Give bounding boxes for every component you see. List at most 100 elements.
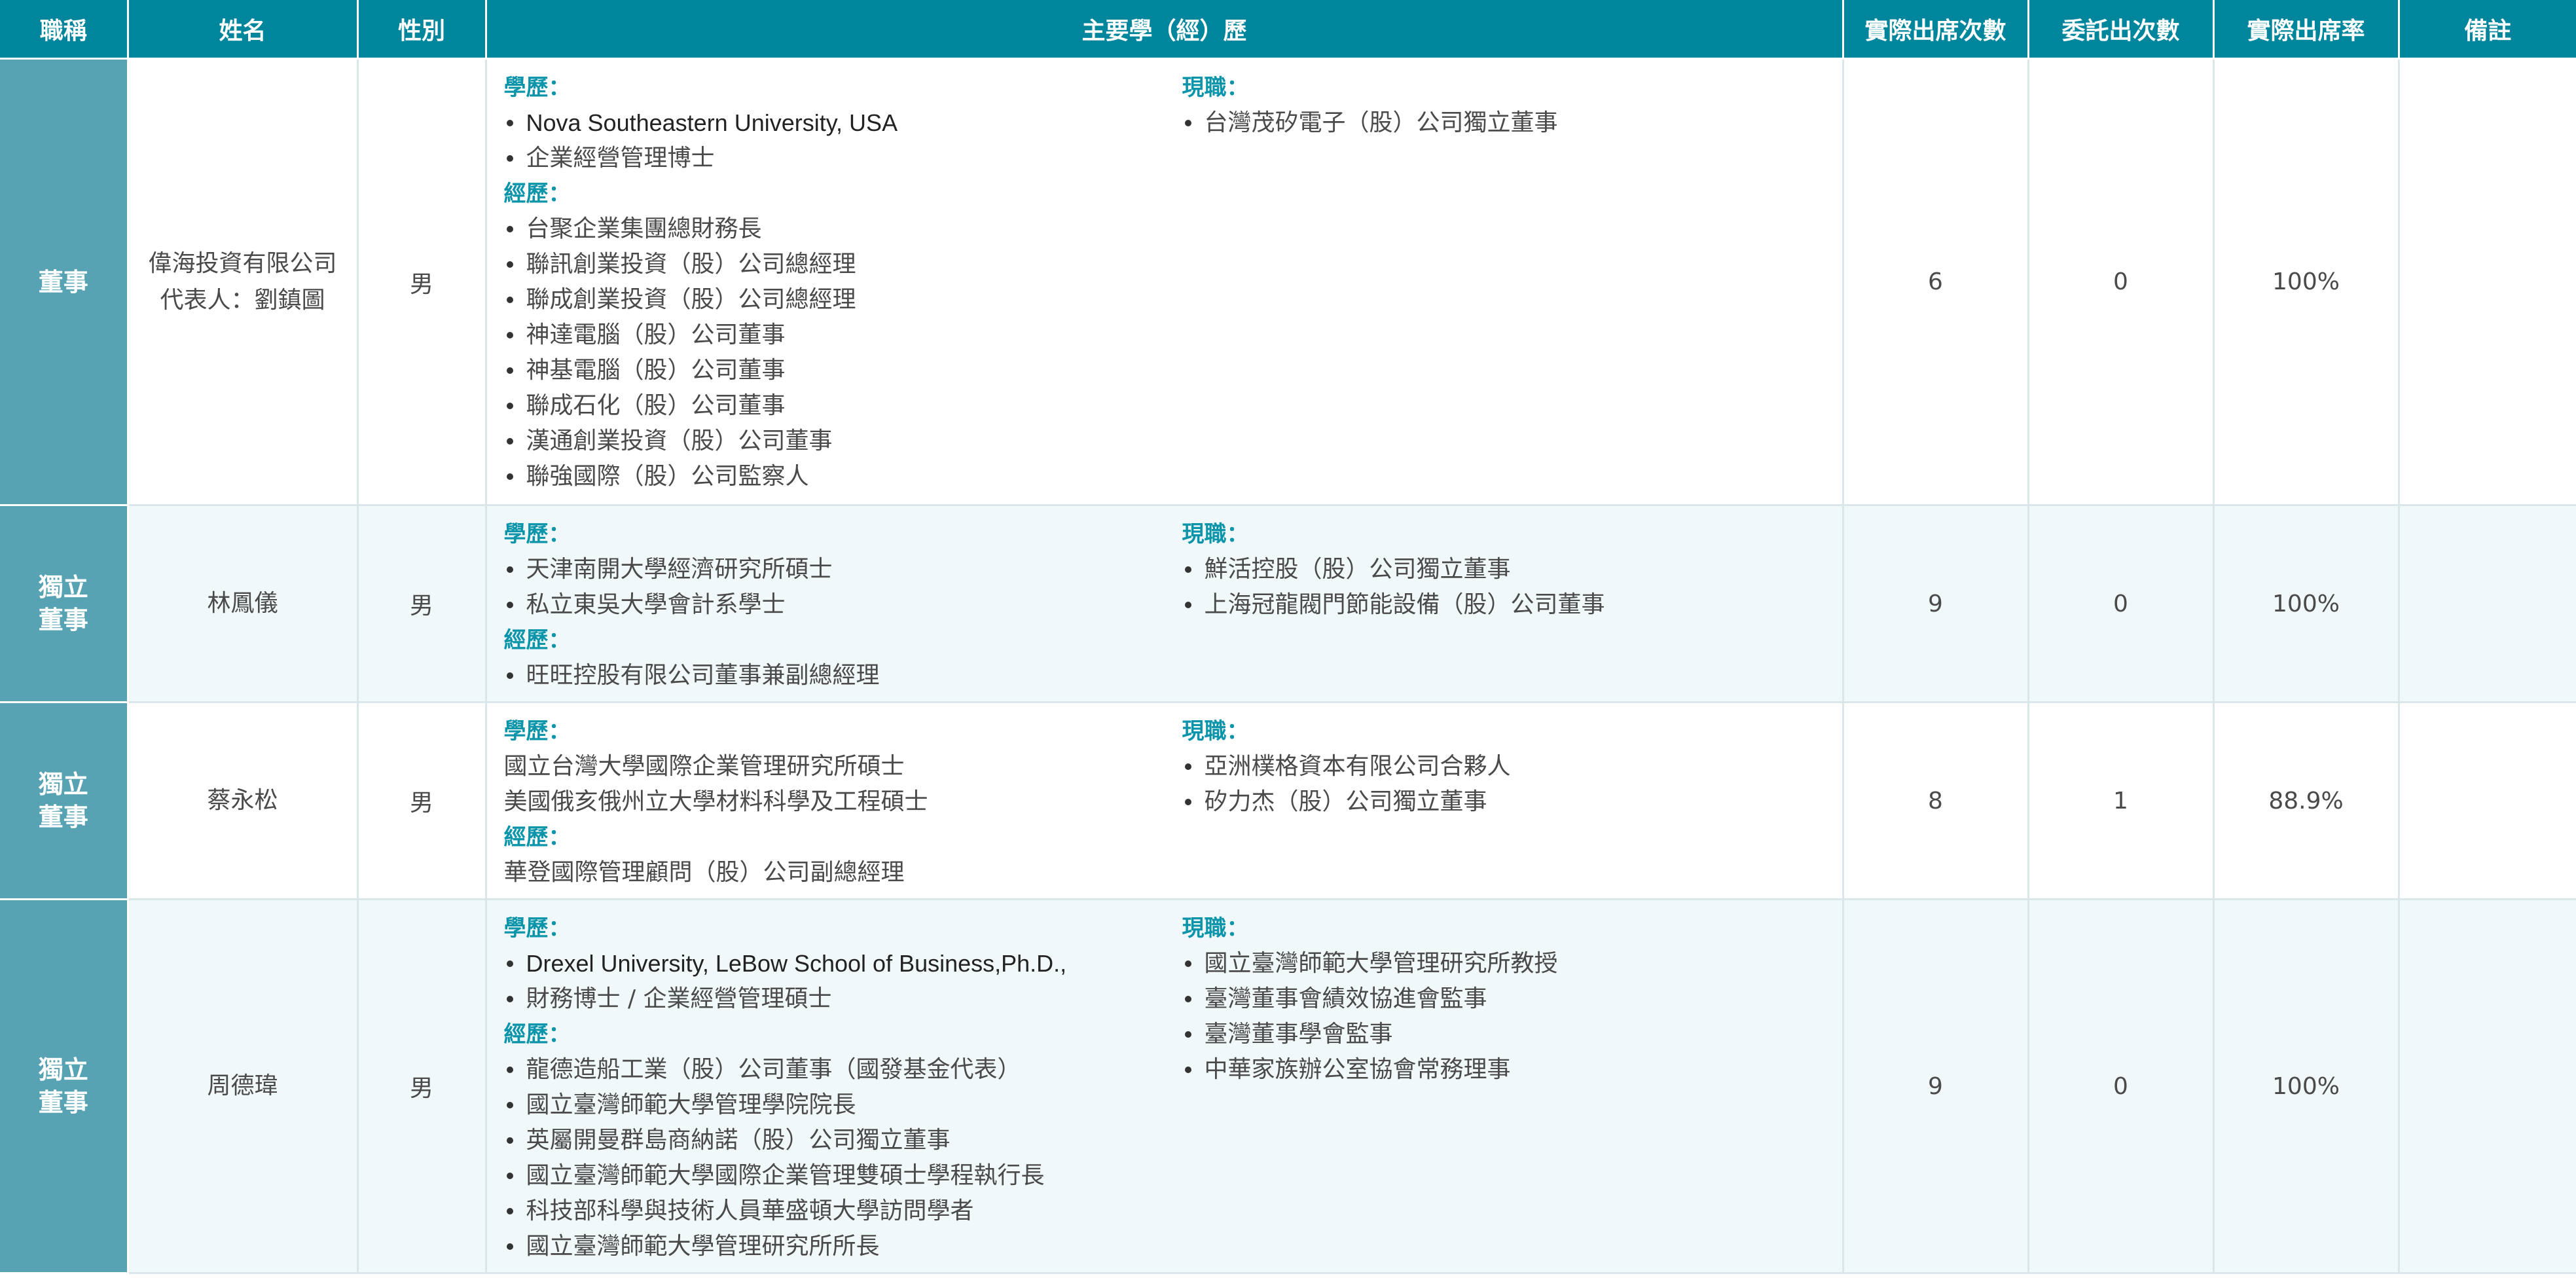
experience-item: 龍德造船工業（股）公司董事（國發基金代表） bbox=[504, 1052, 1182, 1087]
remark-cell bbox=[2399, 702, 2576, 900]
experience-item: 國立臺灣師範大學國際企業管理雙碩士學程執行長 bbox=[504, 1158, 1182, 1194]
experience-item: 台聚企業集團總財務長 bbox=[504, 211, 1182, 247]
proxy-count-cell: 1 bbox=[2028, 702, 2215, 900]
gender-cell: 男 bbox=[357, 58, 487, 506]
experience-item: 神基電腦（股）公司董事 bbox=[504, 353, 1182, 388]
director-title-line: 董事 bbox=[38, 267, 88, 297]
attendance-count-cell: 6 bbox=[1843, 58, 2029, 506]
current-position-item: 台灣茂矽電子（股）公司獨立董事 bbox=[1182, 105, 1842, 141]
experience-heading: 經歷： bbox=[503, 627, 571, 653]
education-heading: 學歷： bbox=[503, 521, 571, 547]
director-title-line: 董事 bbox=[38, 1088, 88, 1117]
proxy-count-cell: 0 bbox=[2028, 58, 2215, 506]
current-position-column: 現職： 亞洲樸格資本有限公司合夥人 矽力杰（股）公司獨立董事 bbox=[1182, 714, 1842, 890]
current-position-item: 國立臺灣師範大學管理研究所教授 bbox=[1182, 946, 1842, 981]
experience-item: 旺旺控股有限公司董事兼副總經理 bbox=[504, 658, 1182, 693]
gender-cell: 男 bbox=[357, 702, 487, 900]
education-item: 私立東吳大學會計系學士 bbox=[504, 587, 1182, 623]
experience-cell: 學歷： 國立台灣大學國際企業管理研究所碩士 美國俄亥俄州立大學材料科學及工程碩士 經歷… bbox=[486, 702, 1844, 900]
attendance-count-cell: 9 bbox=[1843, 505, 2029, 703]
current-position-heading: 現職： bbox=[1182, 915, 1249, 941]
director-name-line: 周德瑋 bbox=[207, 1072, 278, 1099]
education-heading: 學歷： bbox=[503, 718, 571, 744]
current-position-item: 矽力杰（股）公司獨立董事 bbox=[1182, 784, 1842, 820]
gender-cell: 男 bbox=[357, 505, 487, 703]
current-position-column: 現職： 鮮活控股（股）公司獨立董事 上海冠龍閥門節能設備（股）公司董事 bbox=[1182, 517, 1842, 693]
experience-item: 聯成創業投資（股）公司總經理 bbox=[504, 282, 1182, 318]
director-name-line: 林鳳儀 bbox=[207, 590, 278, 617]
experience-item: 國立臺灣師範大學管理研究所所長 bbox=[504, 1229, 1182, 1264]
proxy-count-cell: 0 bbox=[2028, 899, 2215, 1274]
education-experience-column: 學歷： 天津南開大學經濟研究所碩士 私立東吳大學會計系學士經歷： 旺旺控股有限公司董事… bbox=[504, 517, 1182, 693]
director-name-cell: 周德瑋 bbox=[128, 899, 359, 1274]
education-item: 企業經營管理博士 bbox=[504, 141, 1182, 176]
attendance-count-cell: 9 bbox=[1843, 899, 2029, 1274]
current-position-item: 亞洲樸格資本有限公司合夥人 bbox=[1182, 749, 1842, 784]
table-row: 獨立董事 周德瑋 男學歷： Drexel University, LeBow Scho… bbox=[0, 899, 2576, 1274]
education-heading: 學歷： bbox=[503, 915, 571, 941]
current-position-heading: 現職： bbox=[1182, 521, 1249, 547]
experience-heading: 經歷： bbox=[503, 181, 571, 207]
current-position-column: 現職： 國立臺灣師範大學管理研究所教授 臺灣董事會績效協進會監事 臺灣董事學會監事 中華… bbox=[1182, 911, 1842, 1264]
director-title-line: 獨立 bbox=[38, 573, 88, 602]
current-position-item: 鮮活控股（股）公司獨立董事 bbox=[1182, 552, 1842, 587]
header-name: 姓名 bbox=[128, 0, 359, 60]
experience-item: 神達電腦（股）公司董事 bbox=[504, 318, 1182, 353]
education-item: Drexel University, LeBow School of Busin… bbox=[504, 946, 1182, 981]
experience-cell: 學歷： Nova Southeastern University, USA 企業經營… bbox=[486, 58, 1844, 506]
director-title-cell: 獨立 董事 bbox=[0, 505, 129, 703]
experience-columns: 學歷： 天津南開大學經濟研究所碩士 私立東吳大學會計系學士經歷： 旺旺控股有限公司董事… bbox=[504, 517, 1842, 693]
director-title-line: 董事 bbox=[38, 803, 88, 831]
current-position-item: 臺灣董事會績效協進會監事 bbox=[1182, 981, 1842, 1017]
header-experience: 主要學（經）歷 bbox=[486, 0, 1844, 60]
director-name-line: 代表人：劉鎮圖 bbox=[160, 286, 325, 314]
current-position-heading: 現職： bbox=[1182, 75, 1249, 101]
remark-cell bbox=[2399, 899, 2576, 1274]
experience-item: 國立臺灣師範大學管理學院院長 bbox=[504, 1087, 1182, 1123]
table-row: 獨立 董事 林鳳儀 男學歷： 天津南開大學經濟研究所碩士 私立東吳大學會計系學士經歷： 旺旺… bbox=[0, 505, 2576, 703]
attendance-rate-cell: 88.9% bbox=[2213, 702, 2400, 900]
current-position-item: 中華家族辦公室協會常務理事 bbox=[1182, 1052, 1842, 1087]
education-experience-column: 學歷： Nova Southeastern University, USA 企業經營… bbox=[504, 70, 1182, 494]
experience-item: 英屬開曼群島商納諾（股）公司獨立董事 bbox=[504, 1123, 1182, 1158]
education-item: 天津南開大學經濟研究所碩士 bbox=[504, 552, 1182, 587]
education-item: 美國俄亥俄州立大學材料科學及工程碩士 bbox=[503, 788, 928, 815]
table-row: 董事 偉海投資有限公司 代表人：劉鎮圖男學歷： Nova Southeastern U… bbox=[0, 58, 2576, 506]
experience-item: 聯成石化（股）公司董事 bbox=[504, 388, 1182, 424]
experience-item: 漢通創業投資（股）公司董事 bbox=[504, 424, 1182, 459]
education-item: 國立台灣大學國際企業管理研究所碩士 bbox=[503, 753, 905, 780]
current-position-item: 臺灣董事學會監事 bbox=[1182, 1017, 1842, 1052]
director-name-line: 蔡永松 bbox=[207, 787, 278, 814]
experience-heading: 經歷： bbox=[503, 824, 571, 850]
current-position-column: 現職： 台灣茂矽電子（股）公司獨立董事 bbox=[1182, 70, 1842, 494]
experience-columns: 學歷： 國立台灣大學國際企業管理研究所碩士 美國俄亥俄州立大學材料科學及工程碩士 經歷… bbox=[504, 714, 1842, 890]
header-row: 職稱 姓名 性別 主要學（經）歷 實際出席次數 委託出次數 實際出席率 備註 bbox=[0, 0, 2576, 60]
experience-item: 科技部科學與技術人員華盛頓大學訪問學者 bbox=[504, 1194, 1182, 1229]
education-item: Nova Southeastern University, USA bbox=[504, 105, 1182, 141]
experience-cell: 學歷： Drexel University, LeBow School of Bu… bbox=[486, 899, 1844, 1274]
header-attendance: 實際出席次數 bbox=[1843, 0, 2029, 60]
proxy-count-cell: 0 bbox=[2028, 505, 2215, 703]
experience-item: 華登國際管理顧問（股）公司副總經理 bbox=[503, 859, 905, 886]
experience-columns: 學歷： Drexel University, LeBow School of Bu… bbox=[504, 911, 1842, 1264]
table-row: 獨立 董事 蔡永松 男學歷： 國立台灣大學國際企業管理研究所碩士 美國俄亥俄州立大學材料科… bbox=[0, 702, 2576, 900]
director-name-cell: 林鳳儀 bbox=[128, 505, 359, 703]
gender-cell: 男 bbox=[357, 899, 487, 1274]
director-title-cell: 董事 bbox=[0, 58, 129, 506]
director-name-line: 偉海投資有限公司 bbox=[148, 249, 337, 277]
attendance-count-cell: 8 bbox=[1843, 702, 2029, 900]
education-experience-column: 學歷： 國立台灣大學國際企業管理研究所碩士 美國俄亥俄州立大學材料科學及工程碩士 經歷… bbox=[504, 714, 1182, 890]
director-title-line: 獨立 bbox=[38, 1055, 88, 1084]
director-title-cell: 獨立 董事 bbox=[0, 702, 129, 900]
attendance-rate-cell: 100% bbox=[2213, 505, 2400, 703]
header-gender: 性別 bbox=[357, 0, 487, 60]
education-heading: 學歷： bbox=[503, 75, 571, 101]
experience-cell: 學歷： 天津南開大學經濟研究所碩士 私立東吳大學會計系學士經歷： 旺旺控股有限公司董事… bbox=[486, 505, 1844, 703]
education-item: 財務博士 / 企業經營管理碩士 bbox=[504, 981, 1182, 1017]
director-name-cell: 偉海投資有限公司 代表人：劉鎮圖 bbox=[128, 58, 359, 506]
experience-heading: 經歷： bbox=[503, 1021, 571, 1048]
director-title-cell: 獨立 董事 bbox=[0, 899, 129, 1274]
header-proxy: 委託出次數 bbox=[2028, 0, 2215, 60]
attendance-rate-cell: 100% bbox=[2213, 899, 2400, 1274]
experience-item: 聯訊創業投資（股）公司總經理 bbox=[504, 247, 1182, 282]
